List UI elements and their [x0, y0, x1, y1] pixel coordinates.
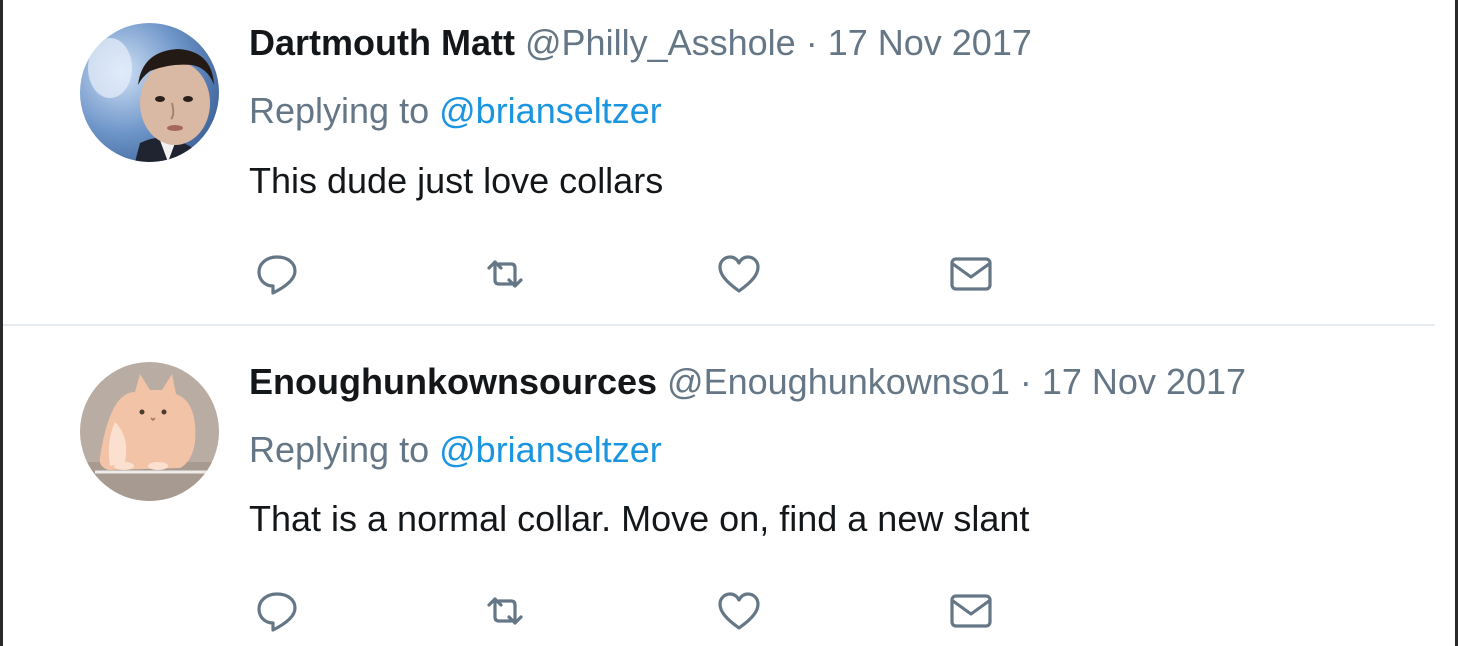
user-handle[interactable]: @Enoughunkownso1 [667, 361, 1010, 402]
reply-icon [257, 255, 297, 295]
retweet-icon [487, 597, 523, 625]
reply-icon [257, 592, 297, 632]
tweet-date[interactable]: 17 Nov 2017 [828, 22, 1032, 63]
tweet[interactable]: Dartmouth Matt @Philly_Asshole · 17 Nov … [3, 0, 1455, 325]
like-button[interactable] [715, 589, 763, 633]
direct-message-button[interactable] [947, 589, 995, 633]
direct-message-icon [950, 257, 992, 291]
separator: · [805, 22, 818, 63]
replying-to-link[interactable]: @brianseltzer [439, 90, 662, 131]
replying-to: Replying to @brianseltzer [249, 91, 662, 131]
tweet-header: Dartmouth Matt @Philly_Asshole · 17 Nov … [249, 23, 1032, 63]
separator: · [1019, 361, 1032, 402]
tweet-text: This dude just love collars [249, 160, 664, 201]
display-name[interactable]: Enoughunkownsources [249, 361, 657, 402]
tweet-actions [253, 589, 1013, 633]
replying-prefix: Replying to [249, 429, 430, 470]
display-name[interactable]: Dartmouth Matt [249, 22, 515, 63]
avatar[interactable] [80, 23, 219, 162]
reply-button[interactable] [253, 252, 301, 296]
replying-to: Replying to @brianseltzer [249, 430, 662, 470]
person-photo-avatar-icon [80, 23, 219, 162]
like-icon [718, 592, 760, 630]
avatar[interactable] [80, 362, 219, 501]
tweet-thread: Dartmouth Matt @Philly_Asshole · 17 Nov … [0, 0, 1458, 646]
reply-button[interactable] [253, 589, 301, 633]
tweet-actions [253, 252, 1013, 296]
user-handle[interactable]: @Philly_Asshole [525, 22, 796, 63]
tweet-header: Enoughunkownsources @Enoughunkownso1 · 1… [249, 362, 1246, 402]
retweet-icon [487, 260, 523, 288]
direct-message-button[interactable] [947, 252, 995, 296]
tweet-date[interactable]: 17 Nov 2017 [1042, 361, 1246, 402]
tweet-divider [3, 324, 1435, 326]
replying-to-link[interactable]: @brianseltzer [439, 429, 662, 470]
direct-message-icon [950, 594, 992, 628]
cat-illustration-avatar-icon [80, 362, 219, 501]
replying-prefix: Replying to [249, 90, 430, 131]
tweet[interactable]: Enoughunkownsources @Enoughunkownso1 · 1… [3, 327, 1455, 646]
like-button[interactable] [715, 252, 763, 296]
like-icon [718, 255, 760, 293]
retweet-button[interactable] [481, 252, 529, 296]
tweet-text: That is a normal collar. Move on, find a… [249, 498, 1030, 539]
retweet-button[interactable] [481, 589, 529, 633]
